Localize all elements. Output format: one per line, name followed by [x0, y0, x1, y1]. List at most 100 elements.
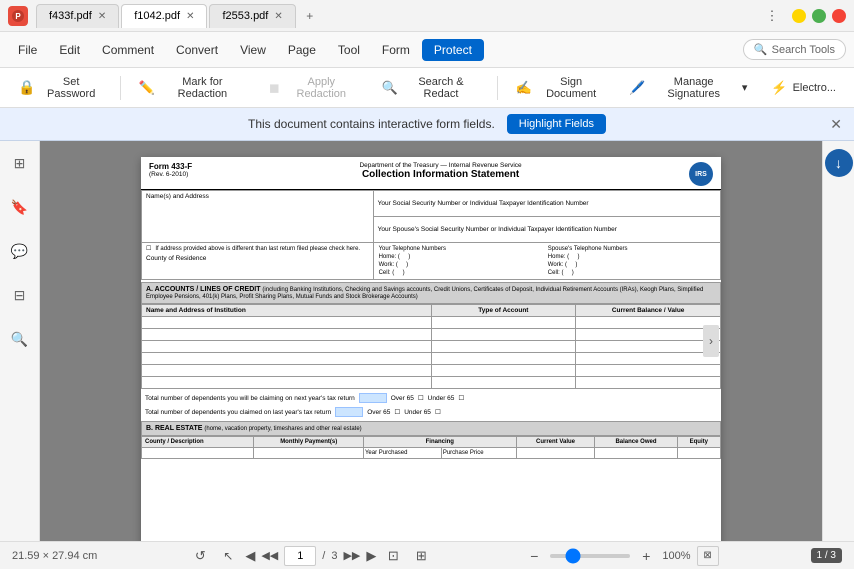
svg-text:P: P [15, 12, 21, 21]
irs-logo: IRS [689, 162, 713, 186]
search-tools-label: Search Tools [772, 44, 835, 56]
dependents-row-2: Total number of dependents you claimed o… [141, 405, 721, 421]
zoom-fit-button[interactable]: ⊠ [697, 546, 719, 566]
tab-f2553[interactable]: f2553.pdf ✕ [209, 4, 295, 28]
form-title-area: Department of the Treasury — Internal Re… [192, 162, 689, 180]
set-password-button[interactable]: 🔒 Set Password [8, 72, 112, 104]
menu-convert[interactable]: Convert [166, 39, 228, 61]
dependents-row-1: Total number of dependents you will be c… [141, 389, 721, 405]
fit-page-button[interactable]: ⊡ [382, 548, 404, 564]
search-icon: 🔍 [754, 43, 768, 56]
tab-f1042-close[interactable]: ✕ [186, 11, 194, 22]
mark-for-redaction-button[interactable]: ✏️ Mark for Redaction [129, 72, 255, 104]
sidebar-item-pages[interactable]: ⊞ [6, 149, 34, 177]
set-password-label: Set Password [40, 76, 101, 100]
search-redact-label: Search & Redact [403, 76, 479, 100]
highlight-fields-button[interactable]: Highlight Fields [507, 114, 606, 134]
page-number-input[interactable] [284, 546, 316, 566]
document-area: ‹ Form 433-F (Rev. 6-2010) Department of… [40, 141, 822, 541]
zoom-out-button[interactable]: − [524, 546, 544, 566]
dropdown-icon: ▾ [742, 81, 748, 94]
window-controls: ⋮ [758, 4, 846, 28]
search-redact-button[interactable]: 🔍 Search & Redact [372, 72, 489, 104]
next-page-button[interactable]: ▶ [366, 548, 376, 564]
close-button[interactable] [832, 9, 846, 23]
manage-signatures-label: Manage Signatures [651, 76, 737, 100]
page-badge: 1 / 3 [811, 548, 842, 563]
table-row [142, 353, 721, 365]
tab-f1042[interactable]: f1042.pdf ✕ [121, 4, 207, 28]
menu-form[interactable]: Form [372, 39, 420, 61]
section-a-table: Name and Address of Institution Type of … [141, 304, 721, 389]
sidebar-item-bookmarks[interactable]: 🔖 [6, 193, 34, 221]
menu-protect[interactable]: Protect [422, 39, 484, 61]
lock-icon: 🔒 [18, 79, 35, 96]
search-redact-icon: 🔍 [382, 80, 398, 96]
title-bar-left: P f433f.pdf ✕ f1042.pdf ✕ f2553.pdf ✕ + [8, 4, 758, 28]
electronic-icon: ⚡ [771, 80, 787, 96]
maximize-button[interactable] [812, 9, 826, 23]
table-row [142, 317, 721, 329]
form-section-names: Name(s) and Address Your Social Security… [141, 190, 721, 280]
navigation-controls: ↺ ↖ ◀ ◀◀ / 3 ▶▶ ▶ ⊡ ⊞ [189, 546, 432, 566]
menu-comment[interactable]: Comment [92, 39, 164, 61]
prev-page-fast[interactable]: ◀◀ [261, 549, 278, 562]
electronic-button[interactable]: ⚡ Electro... [761, 76, 846, 100]
apply-icon: ◼ [269, 80, 280, 96]
menu-page[interactable]: Page [278, 39, 326, 61]
minimize-button[interactable] [792, 9, 806, 23]
notification-close-button[interactable]: ✕ [830, 116, 842, 133]
zoom-level: 100% [662, 550, 690, 562]
search-tools-input[interactable]: 🔍 Search Tools [743, 39, 846, 60]
manage-signatures-button[interactable]: 🖊️ Manage Signatures ▾ [619, 72, 757, 104]
zoom-in-button[interactable]: + [636, 546, 656, 566]
menu-tool[interactable]: Tool [328, 39, 370, 61]
section-b-header: B. REAL ESTATE (home, vacation property,… [141, 421, 721, 436]
mark-for-redaction-label: Mark for Redaction [160, 76, 245, 100]
section-b-table: County / Description Monthly Payment(s) … [141, 436, 721, 459]
next-page-fast[interactable]: ▶▶ [343, 549, 360, 562]
tab-f433f[interactable]: f433f.pdf ✕ [36, 4, 119, 28]
signatures-icon: 🖊️ [629, 80, 645, 96]
sign-document-button[interactable]: ✍️ Sign Document [506, 72, 616, 104]
redaction-icon: ✏️ [139, 80, 155, 96]
table-row [142, 365, 721, 377]
sidebar-item-comments[interactable]: 💬 [6, 237, 34, 265]
sidebar-item-search[interactable]: 🔍 [6, 325, 34, 353]
sidebar-item-layers[interactable]: ⊟ [6, 281, 34, 309]
new-tab-button[interactable]: + [298, 4, 322, 28]
cursor-tool[interactable]: ↺ [189, 546, 211, 566]
left-sidebar: ⊞ 🔖 💬 ⊟ 🔍 [0, 141, 40, 541]
menu-file[interactable]: File [8, 39, 47, 61]
prev-page-button[interactable]: ◀ [245, 548, 255, 564]
menu-bar: File Edit Comment Convert View Page Tool… [0, 32, 854, 68]
pdf-page: Form 433-F (Rev. 6-2010) Department of t… [141, 157, 721, 541]
apply-redaction-label: Apply Redaction [285, 76, 358, 100]
more-options-button[interactable]: ⋮ [758, 4, 786, 28]
notification-message: This document contains interactive form … [248, 117, 495, 131]
tab-bar: f433f.pdf ✕ f1042.pdf ✕ f2553.pdf ✕ + [36, 4, 322, 28]
apply-redaction-button[interactable]: ◼ Apply Redaction [259, 72, 368, 104]
document-dimensions: 21.59 × 27.94 cm [12, 550, 97, 562]
zoom-slider[interactable] [550, 554, 630, 558]
menu-edit[interactable]: Edit [49, 39, 90, 61]
fit-width-button[interactable]: ⊞ [410, 548, 432, 564]
tab-f2553-close[interactable]: ✕ [274, 11, 282, 22]
tab-f433f-close[interactable]: ✕ [98, 11, 106, 22]
table-row [142, 377, 721, 389]
toolbar-separator-2 [497, 76, 498, 100]
main-area: ⊞ 🔖 💬 ⊟ 🔍 ‹ Form 433-F (Rev. 6-2010) Dep… [0, 141, 854, 541]
zoom-controls: − + 100% ⊠ [524, 546, 718, 566]
select-tool[interactable]: ↖ [217, 546, 239, 566]
right-sidebar-download[interactable]: ↓ [825, 149, 853, 177]
total-pages: 3 [331, 550, 337, 562]
sign-document-label: Sign Document [537, 76, 605, 100]
form-number: Form 433-F (Rev. 6-2010) [149, 162, 192, 178]
tab-f433f-label: f433f.pdf [49, 10, 92, 22]
table-row [142, 329, 721, 341]
section-a-header: A. ACCOUNTS / LINES OF CREDIT (including… [141, 282, 721, 304]
sign-icon: ✍️ [516, 80, 532, 96]
toolbar-separator-1 [120, 76, 121, 100]
menu-view[interactable]: View [230, 39, 276, 61]
page-arrow-right[interactable]: › [703, 325, 719, 357]
